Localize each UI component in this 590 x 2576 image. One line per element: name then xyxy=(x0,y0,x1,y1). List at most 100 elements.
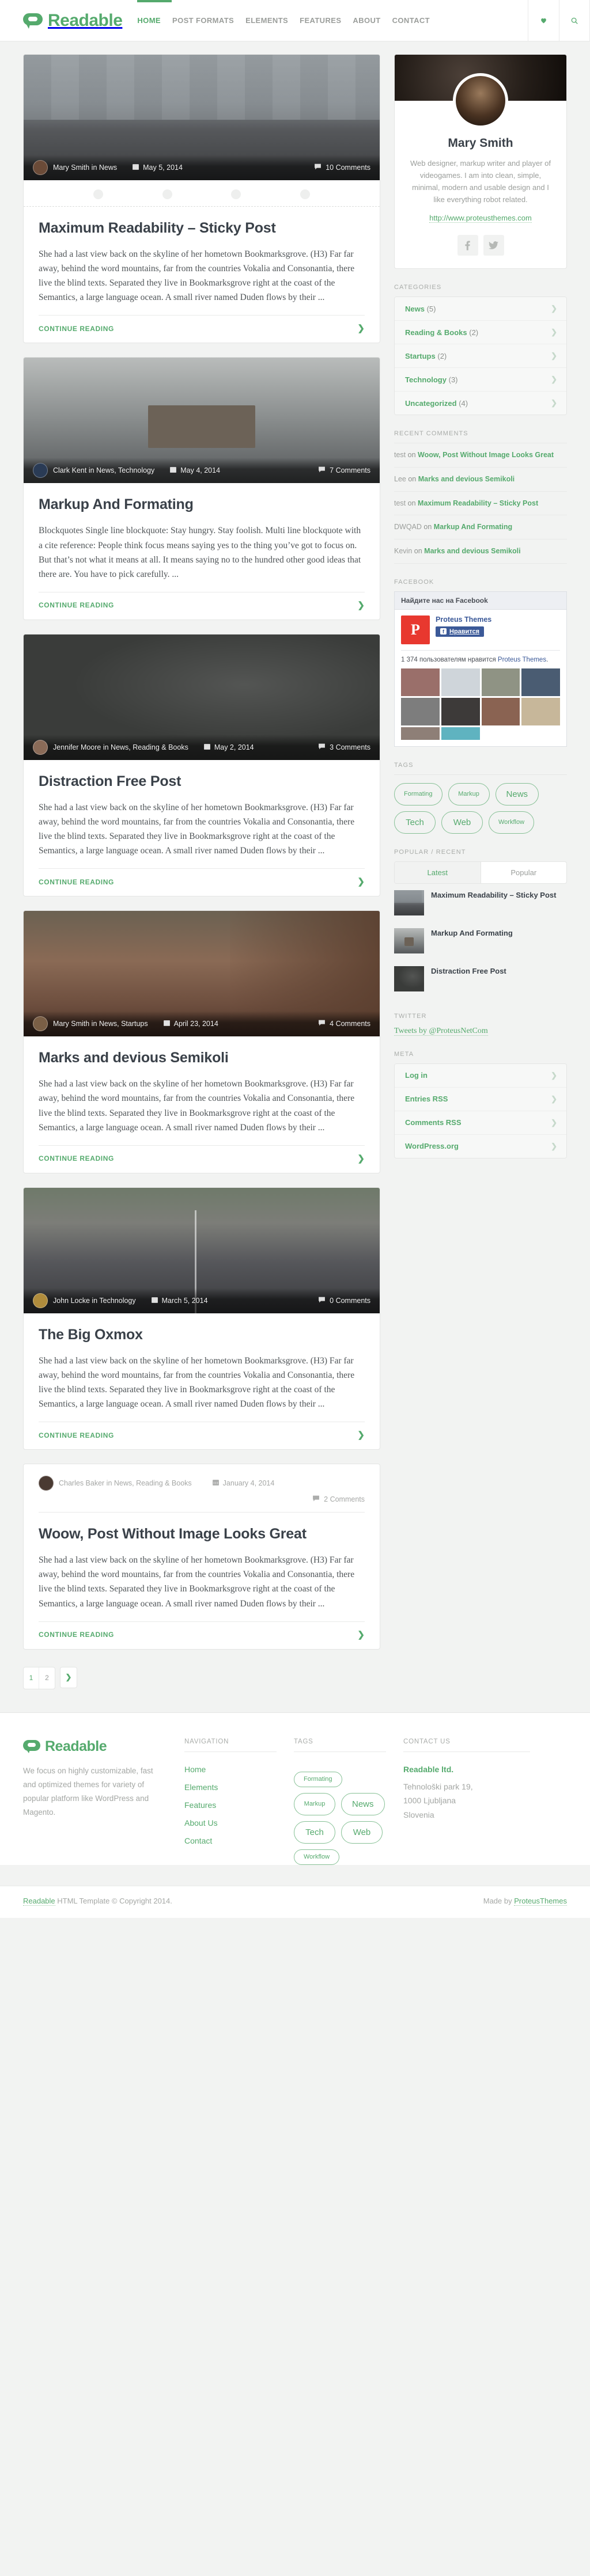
recent-comment-item[interactable]: test on Woow, Post Without Image Looks G… xyxy=(394,443,567,468)
tag-workflow[interactable]: Workflow xyxy=(294,1849,340,1865)
meta-item-log-in[interactable]: Log in ❯ xyxy=(395,1063,566,1088)
post-comment-count[interactable]: 10 Comments xyxy=(314,163,370,172)
post-comment-count[interactable]: 7 Comments xyxy=(318,466,370,475)
popular-recent-item[interactable]: Markup And Formating xyxy=(394,922,567,960)
chevron-right-icon[interactable]: ❯ xyxy=(357,1431,365,1439)
nav-item-elements[interactable]: ELEMENTS xyxy=(245,16,288,25)
comment-on-label: on xyxy=(408,474,417,483)
post-comment-count[interactable]: 3 Comments xyxy=(318,743,370,752)
profile-website-link[interactable]: http://www.proteusthemes.com xyxy=(429,214,532,223)
nav-item-post-formats[interactable]: POST FORMATS xyxy=(172,16,234,25)
meta-item-comments-rss[interactable]: Comments RSS ❯ xyxy=(395,1111,566,1135)
nav-item-home[interactable]: HOME xyxy=(137,16,161,25)
recent-comment-item[interactable]: DWQAD on Markup And Formating xyxy=(394,515,567,540)
post-featured-image[interactable]: Jennifer Moore in News, Reading & Books M… xyxy=(24,634,380,760)
post-featured-image[interactable]: Mary Smith in News May 5, 2014 10 Comments xyxy=(24,55,380,180)
popular-recent-item[interactable]: Maximum Readability – Sticky Post xyxy=(394,884,567,922)
meta-item-wordpress-org[interactable]: WordPress.org ❯ xyxy=(395,1134,566,1158)
post-comment-count[interactable]: 4 Comments xyxy=(318,1019,370,1028)
post-meta-bar: Charles Baker in News, Reading & Books Ja… xyxy=(24,1464,380,1504)
post-title[interactable]: Markup And Formating xyxy=(39,496,365,513)
nav-item-features[interactable]: FEATURES xyxy=(300,16,341,25)
post-title[interactable]: Marks and devious Semikoli xyxy=(39,1049,365,1066)
chevron-right-icon[interactable]: ❯ xyxy=(357,324,365,333)
recent-comment-item[interactable]: test on Maximum Readability – Sticky Pos… xyxy=(394,492,567,516)
post-title[interactable]: Maximum Readability – Sticky Post xyxy=(39,219,365,237)
post-title[interactable]: The Big Oxmox xyxy=(39,1326,365,1343)
continue-reading-link[interactable]: CONTINUE READING xyxy=(39,1431,114,1439)
made-by-link[interactable]: ProteusThemes xyxy=(514,1896,567,1906)
tag-web[interactable]: Web xyxy=(441,811,483,834)
twitter-timeline-link[interactable]: Tweets by @ProteusNetCom xyxy=(394,1026,488,1036)
continue-reading-link[interactable]: CONTINUE READING xyxy=(39,325,114,333)
tag-markup[interactable]: Markup xyxy=(448,782,490,806)
twitter-icon[interactable] xyxy=(483,235,504,256)
post-featured-image[interactable]: John Locke in Technology March 5, 2014 0 C… xyxy=(24,1187,380,1313)
tag-markup[interactable]: Markup xyxy=(294,1792,335,1815)
heart-icon[interactable] xyxy=(528,0,559,41)
footer-nav-contact[interactable]: Contact xyxy=(184,1836,277,1845)
continue-reading-link[interactable]: CONTINUE READING xyxy=(39,1154,114,1162)
chevron-right-icon: ❯ xyxy=(551,351,557,360)
nav-item-about[interactable]: ABOUT xyxy=(353,16,380,25)
post-date: April 23, 2014 xyxy=(163,1019,218,1028)
continue-reading-link[interactable]: CONTINUE READING xyxy=(39,601,114,609)
post-comment-count[interactable]: 0 Comments xyxy=(318,1296,370,1305)
tag-news[interactable]: News xyxy=(495,782,539,806)
comment-icon xyxy=(318,466,326,475)
tag-formating[interactable]: Formating xyxy=(294,1771,342,1787)
tag-workflow[interactable]: Workflow xyxy=(489,811,535,834)
recent-comment-item[interactable]: Lee on Marks and devious Semikoli xyxy=(394,468,567,492)
popular-recent-title: Distraction Free Post xyxy=(431,966,506,975)
divider xyxy=(184,1751,277,1752)
continue-reading-link[interactable]: CONTINUE READING xyxy=(39,1631,114,1639)
recent-comment-item[interactable]: Kevin on Marks and devious Semikoli xyxy=(394,539,567,564)
category-item-uncategorized[interactable]: Uncategorized (4) ❯ xyxy=(395,392,566,415)
tag-tech[interactable]: Tech xyxy=(294,1821,335,1844)
category-item-startups[interactable]: Startups (2) ❯ xyxy=(395,344,566,368)
footer-nav-about-us[interactable]: About Us xyxy=(184,1818,277,1827)
footer-logo[interactable]: Readable xyxy=(23,1738,167,1755)
post-featured-image[interactable]: Clark Kent in News, Technology May 4, 201… xyxy=(24,358,380,484)
popular-recent-item[interactable]: Distraction Free Post xyxy=(394,960,567,998)
tab-popular[interactable]: Popular xyxy=(481,862,567,883)
chevron-right-icon[interactable]: ❯ xyxy=(357,877,365,886)
search-icon[interactable] xyxy=(559,0,590,41)
footer-nav-home[interactable]: Home xyxy=(184,1765,277,1774)
footer-nav-features[interactable]: Features xyxy=(184,1800,277,1810)
copyright-brand-link[interactable]: Readable xyxy=(23,1896,55,1906)
page-2-button[interactable]: 2 xyxy=(39,1667,55,1689)
continue-reading-link[interactable]: CONTINUE READING xyxy=(39,878,114,886)
chevron-right-icon[interactable]: ❯ xyxy=(357,601,365,610)
meta-item-entries-rss[interactable]: Entries RSS ❯ xyxy=(395,1087,566,1111)
site-logo[interactable]: Readable xyxy=(0,0,137,41)
post-title[interactable]: Woow, Post Without Image Looks Great xyxy=(39,1525,365,1542)
chevron-right-icon[interactable]: ❯ xyxy=(357,1631,365,1639)
company-name: Readable ltd. xyxy=(403,1764,454,1774)
tab-latest[interactable]: Latest xyxy=(395,861,481,883)
footer-tags-column: TAGS Formating Markup News Tech Web Workflow xyxy=(294,1738,386,1865)
facebook-page-link[interactable]: Proteus Themes xyxy=(498,656,546,663)
nav-item-contact[interactable]: CONTACT xyxy=(392,16,430,25)
profile-name: Mary Smith xyxy=(448,136,513,150)
tag-formating[interactable]: Formating xyxy=(394,782,442,806)
tag-tech[interactable]: Tech xyxy=(394,811,436,834)
chevron-right-icon[interactable]: ❯ xyxy=(357,1154,365,1163)
tag-web[interactable]: Web xyxy=(341,1821,383,1844)
widget-author-profile: Mary Smith Web designer, markup writer a… xyxy=(394,54,567,269)
facebook-like-button[interactable]: f Нравится xyxy=(436,626,485,637)
next-page-button[interactable]: ❯ xyxy=(60,1666,77,1688)
facebook-icon[interactable] xyxy=(457,235,478,256)
post-excerpt: She had a last view back on the skyline … xyxy=(39,1555,355,1609)
category-item-news[interactable]: News (5) ❯ xyxy=(395,297,566,321)
post-footer: CONTINUE READING ❯ xyxy=(39,1145,365,1173)
footer-nav-elements[interactable]: Elements xyxy=(184,1783,277,1792)
tag-news[interactable]: News xyxy=(341,1792,385,1815)
post-title[interactable]: Distraction Free Post xyxy=(39,773,365,790)
page-1-button[interactable]: 1 xyxy=(24,1667,39,1689)
post-featured-image[interactable]: Mary Smith in News, Startups April 23, 20… xyxy=(24,911,380,1037)
comment-post-title: Maximum Readability – Sticky Post xyxy=(418,499,539,507)
category-item-technology[interactable]: Technology (3) ❯ xyxy=(395,368,566,392)
category-item-reading-books[interactable]: Reading & Books (2) ❯ xyxy=(395,321,566,345)
post-comment-count[interactable]: 2 Comments xyxy=(312,1495,365,1504)
